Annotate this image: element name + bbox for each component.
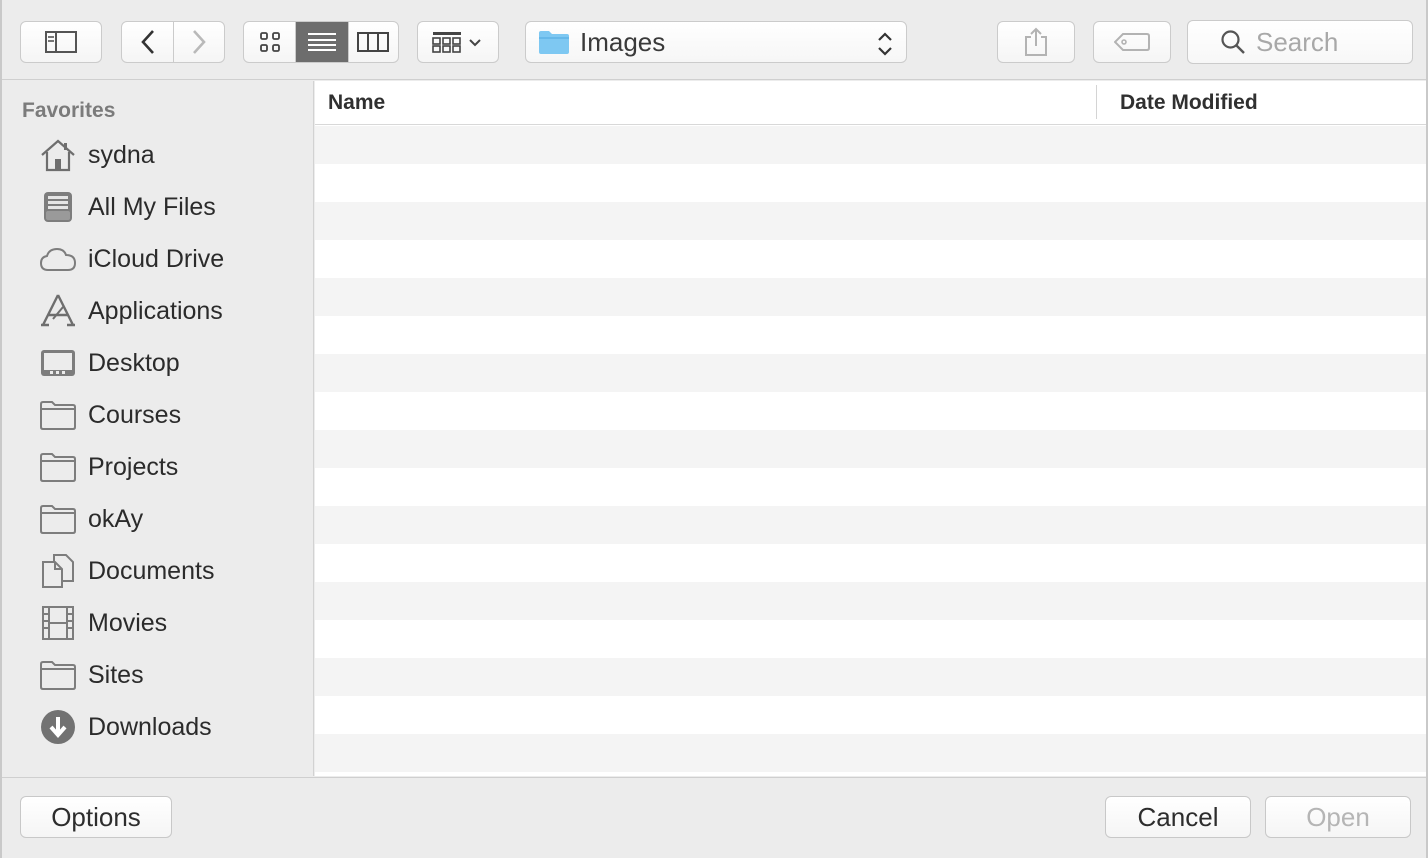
column-view-button[interactable] — [347, 22, 398, 62]
desktop-icon — [38, 343, 78, 383]
sidebar-item-desktop[interactable]: Desktop — [38, 343, 308, 383]
sidebar-item-label: Applications — [88, 296, 223, 325]
folder-icon — [539, 31, 569, 54]
empty-row — [315, 506, 1426, 544]
toolbar: Images Search — [2, 0, 1426, 80]
list-icon — [307, 33, 336, 51]
sidebar-item-icloud-drive[interactable]: iCloud Drive — [38, 239, 308, 279]
search-placeholder: Search — [1256, 26, 1339, 57]
share-icon — [1025, 27, 1047, 56]
open-file-dialog: Images Search Favorites sydna All My Fil… — [0, 0, 1428, 858]
empty-row — [315, 658, 1426, 696]
sidebar-item-label: All My Files — [88, 192, 216, 221]
applications-icon — [38, 291, 78, 331]
sidebar-item-sydna[interactable]: sydna — [38, 135, 308, 175]
documents-icon — [38, 551, 78, 591]
cancel-button[interactable]: Cancel — [1105, 796, 1251, 838]
empty-row — [315, 316, 1426, 354]
all-files-icon — [38, 187, 78, 227]
sidebar-item-applications[interactable]: Applications — [38, 291, 308, 331]
location-popup[interactable]: Images — [525, 21, 907, 63]
forward-button[interactable] — [173, 22, 224, 62]
sidebar: Favorites sydna All My Files iCloud Driv… — [2, 81, 314, 776]
empty-row — [315, 696, 1426, 734]
back-forward-control — [121, 21, 225, 63]
sidebar-item-label: sydna — [88, 140, 155, 169]
film-icon — [38, 603, 78, 643]
sidebar-item-movies[interactable]: Movies — [38, 603, 308, 643]
sidebar-heading: Favorites — [22, 99, 116, 122]
empty-row — [315, 202, 1426, 240]
view-mode-control — [243, 21, 399, 63]
empty-row — [315, 240, 1426, 278]
sidebar-item-all-my-files[interactable]: All My Files — [38, 187, 308, 227]
sidebar-item-label: Movies — [88, 608, 168, 637]
options-button[interactable]: Options — [20, 796, 172, 838]
folder-icon — [38, 655, 78, 695]
arrange-grid-icon — [432, 32, 481, 53]
icon-view-button[interactable] — [244, 22, 295, 62]
chevron-right-icon — [193, 30, 206, 54]
location-label: Images — [580, 26, 666, 57]
updown-chevron-icon — [878, 32, 892, 56]
list-rows — [315, 126, 1426, 772]
empty-row — [315, 354, 1426, 392]
sidebar-item-courses[interactable]: Courses — [38, 395, 308, 435]
magnifier-icon — [1221, 30, 1245, 54]
sidebar-item-label: okAy — [88, 504, 144, 533]
sidebar-item-projects[interactable]: Projects — [38, 447, 308, 487]
sidebar-item-okay[interactable]: okAy — [38, 499, 308, 539]
sidebar-item-label: Downloads — [88, 712, 212, 741]
sidebar-item-label: Sites — [88, 660, 144, 689]
tag-icon — [1114, 33, 1150, 51]
download-icon — [38, 707, 78, 747]
empty-row — [315, 544, 1426, 582]
sidebar-item-label: Documents — [88, 556, 215, 585]
sidebar-item-downloads[interactable]: Downloads — [38, 707, 308, 747]
column-header-date-modified[interactable]: Date Modified — [1120, 91, 1258, 115]
arrange-menu-button[interactable] — [417, 21, 499, 63]
list-view-button[interactable] — [295, 22, 348, 62]
folder-icon — [38, 499, 78, 539]
tags-button[interactable] — [1093, 21, 1171, 63]
sidebar-item-label: iCloud Drive — [88, 244, 225, 273]
sidebar-item-sites[interactable]: Sites — [38, 655, 308, 695]
bottom-bar: Options Cancel Open — [2, 777, 1426, 858]
empty-row — [315, 278, 1426, 316]
empty-row — [315, 126, 1426, 164]
empty-row — [315, 392, 1426, 430]
share-button[interactable] — [997, 21, 1075, 63]
folder-icon — [38, 447, 78, 487]
sidebar-item-label: Projects — [88, 452, 179, 481]
empty-row — [315, 620, 1426, 658]
column-divider[interactable] — [1096, 85, 1097, 119]
empty-row — [315, 734, 1426, 772]
home-icon — [38, 135, 78, 175]
icon-grid-icon — [259, 32, 280, 52]
sidebar-item-label: Courses — [88, 400, 182, 429]
empty-row — [315, 430, 1426, 468]
search-field[interactable]: Search — [1187, 20, 1413, 64]
empty-row — [315, 164, 1426, 202]
sidebar-item-label: Desktop — [88, 348, 180, 377]
cloud-icon — [38, 239, 78, 279]
chevron-left-icon — [140, 30, 154, 54]
sidebar-icon — [45, 31, 77, 53]
empty-row — [315, 582, 1426, 620]
list-header: Name Date Modified — [315, 81, 1426, 125]
folder-icon — [38, 395, 78, 435]
toggle-sidebar-button[interactable] — [20, 21, 102, 63]
columns-icon — [357, 32, 390, 52]
back-button[interactable] — [122, 22, 173, 62]
empty-row — [315, 468, 1426, 506]
file-list[interactable]: Name Date Modified — [315, 81, 1426, 776]
open-button[interactable]: Open — [1265, 796, 1411, 838]
column-header-name[interactable]: Name — [328, 91, 385, 115]
sidebar-item-documents[interactable]: Documents — [38, 551, 308, 591]
